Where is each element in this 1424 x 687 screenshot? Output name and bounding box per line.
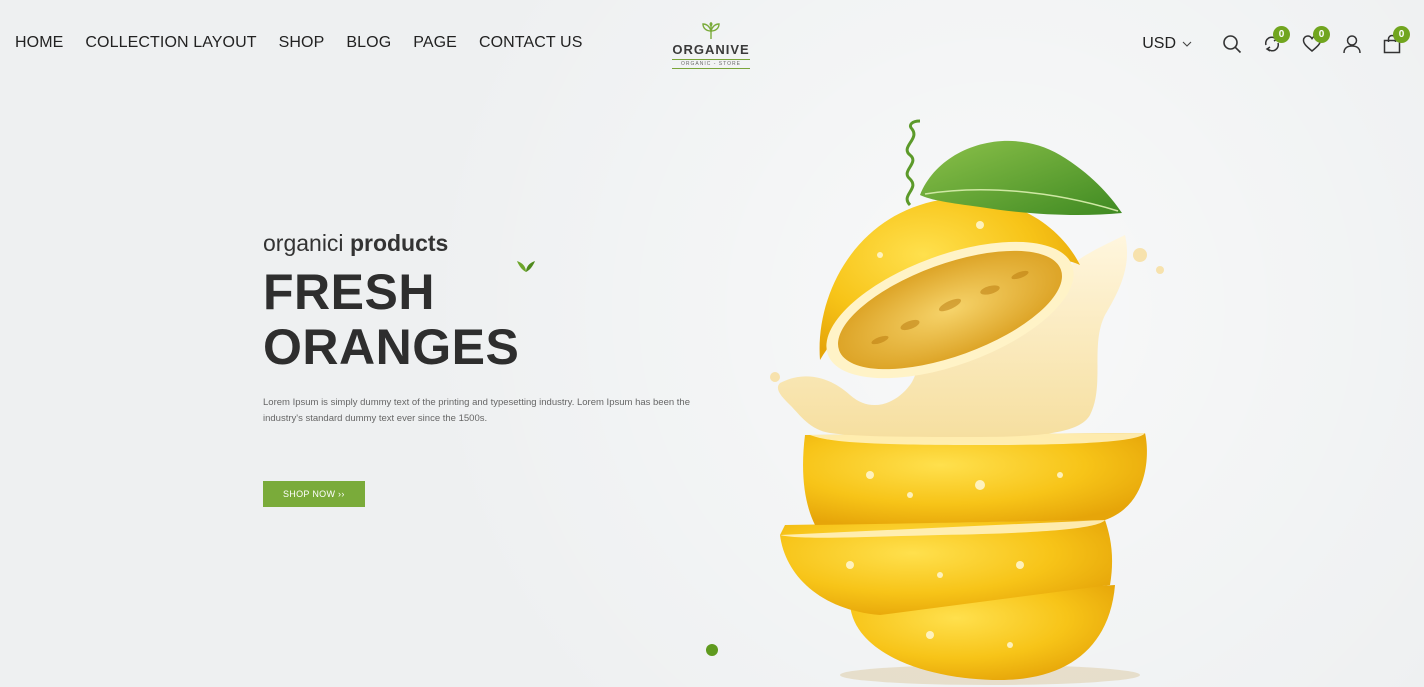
hero-section: organici products FRESH ORANGES Lorem Ip… (263, 230, 703, 507)
account-button[interactable] (1332, 30, 1372, 58)
leaf-icon (702, 22, 720, 40)
nav-shop[interactable]: SHOP (279, 34, 325, 52)
chevron-down-icon (1182, 41, 1192, 47)
nav-contact-us[interactable]: CONTACT US (479, 34, 583, 52)
page: HOME COLLECTION LAYOUT SHOP BLOG PAGE CO… (0, 0, 1424, 687)
nav-blog[interactable]: BLOG (346, 34, 391, 52)
cart-count-badge: 0 (1393, 26, 1410, 43)
cart-button[interactable]: 0 (1372, 26, 1412, 58)
hero-description: Lorem Ipsum is simply dummy text of the … (263, 397, 690, 424)
compare-button[interactable]: 0 (1252, 26, 1292, 58)
carousel-dot-active[interactable] (706, 644, 718, 656)
header-tools: USD 0 0 0 (1142, 26, 1412, 58)
nav-page[interactable]: PAGE (413, 34, 457, 52)
nav-collection-layout[interactable]: COLLECTION LAYOUT (85, 34, 256, 52)
user-icon (1343, 35, 1361, 54)
currency-label: USD (1142, 35, 1176, 52)
logo-subtitle: ORGANIC - STORE (672, 59, 750, 69)
orange-illustration (770, 119, 1164, 685)
search-icon (1223, 35, 1242, 54)
tagline-light: organici (263, 230, 350, 256)
hero-headline: FRESH ORANGES (263, 261, 703, 375)
wishlist-button[interactable]: 0 (1292, 26, 1332, 58)
site-logo[interactable]: ORGANIVE ORGANIC - STORE (668, 22, 754, 70)
logo-brand: ORGANIVE (672, 42, 750, 57)
shop-now-button[interactable]: SHOP NOW ›› (263, 480, 365, 507)
main-nav: HOME COLLECTION LAYOUT SHOP BLOG PAGE CO… (15, 34, 582, 52)
tagline-bold: products (349, 230, 449, 256)
nav-home[interactable]: HOME (15, 34, 63, 52)
compare-count-badge: 0 (1273, 26, 1290, 43)
search-button[interactable] (1212, 30, 1252, 58)
currency-selector[interactable]: USD (1142, 35, 1192, 53)
headline-text: FRESH ORANGES (263, 264, 520, 375)
wishlist-count-badge: 0 (1313, 26, 1330, 43)
hero-tagline: organici products (263, 230, 703, 257)
leaf-icon (517, 261, 535, 272)
